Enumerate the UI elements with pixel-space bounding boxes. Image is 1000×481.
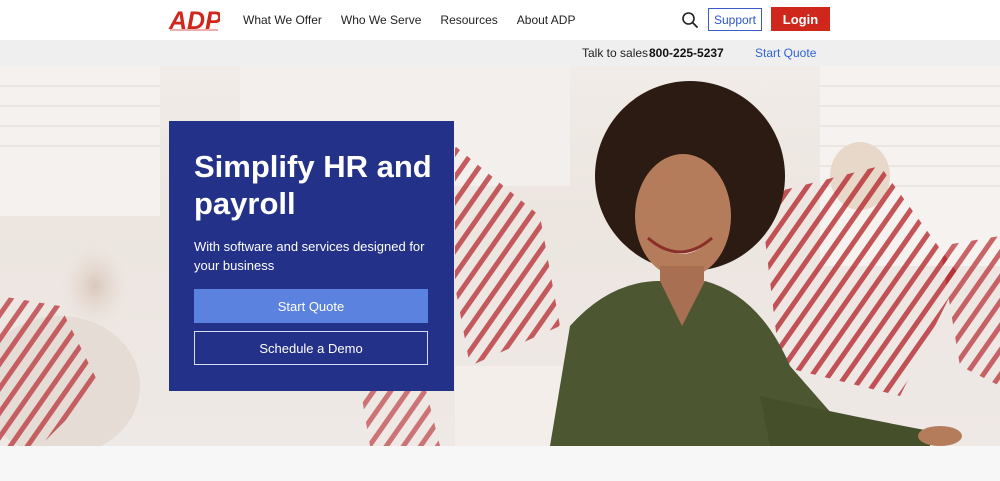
nav-what-we-offer[interactable]: What We Offer bbox=[243, 13, 322, 27]
support-button[interactable]: Support bbox=[708, 8, 762, 31]
nav-about-adp[interactable]: About ADP bbox=[517, 13, 576, 27]
hero-section: Simplify HR and payroll With software an… bbox=[0, 66, 1000, 446]
sales-bar: Talk to sales 800-225-5237 Start Quote bbox=[0, 40, 1000, 66]
sales-phone-link[interactable]: 800-225-5237 bbox=[649, 46, 724, 60]
main-nav: What We Offer Who We Serve Resources Abo… bbox=[243, 0, 594, 40]
nav-who-we-serve[interactable]: Who We Serve bbox=[341, 13, 421, 27]
adp-logo[interactable]: ADP bbox=[168, 7, 220, 33]
svg-text:ADP: ADP bbox=[168, 7, 220, 33]
hero-title: Simplify HR and payroll bbox=[194, 149, 432, 221]
top-navigation: ADP What We Offer Who We Serve Resources… bbox=[0, 0, 1000, 40]
search-icon[interactable] bbox=[681, 11, 699, 29]
nav-resources[interactable]: Resources bbox=[440, 13, 497, 27]
hero-background-image bbox=[0, 66, 1000, 446]
hero-schedule-demo-button[interactable]: Schedule a Demo bbox=[194, 331, 428, 365]
content-area bbox=[0, 446, 1000, 481]
hero-start-quote-button[interactable]: Start Quote bbox=[194, 289, 428, 323]
sales-label: Talk to sales bbox=[582, 46, 649, 60]
hero-subtitle: With software and services designed for … bbox=[194, 239, 425, 273]
start-quote-link[interactable]: Start Quote bbox=[755, 46, 816, 60]
login-button[interactable]: Login bbox=[771, 7, 830, 31]
hero-card: Simplify HR and payroll With software an… bbox=[169, 121, 454, 391]
